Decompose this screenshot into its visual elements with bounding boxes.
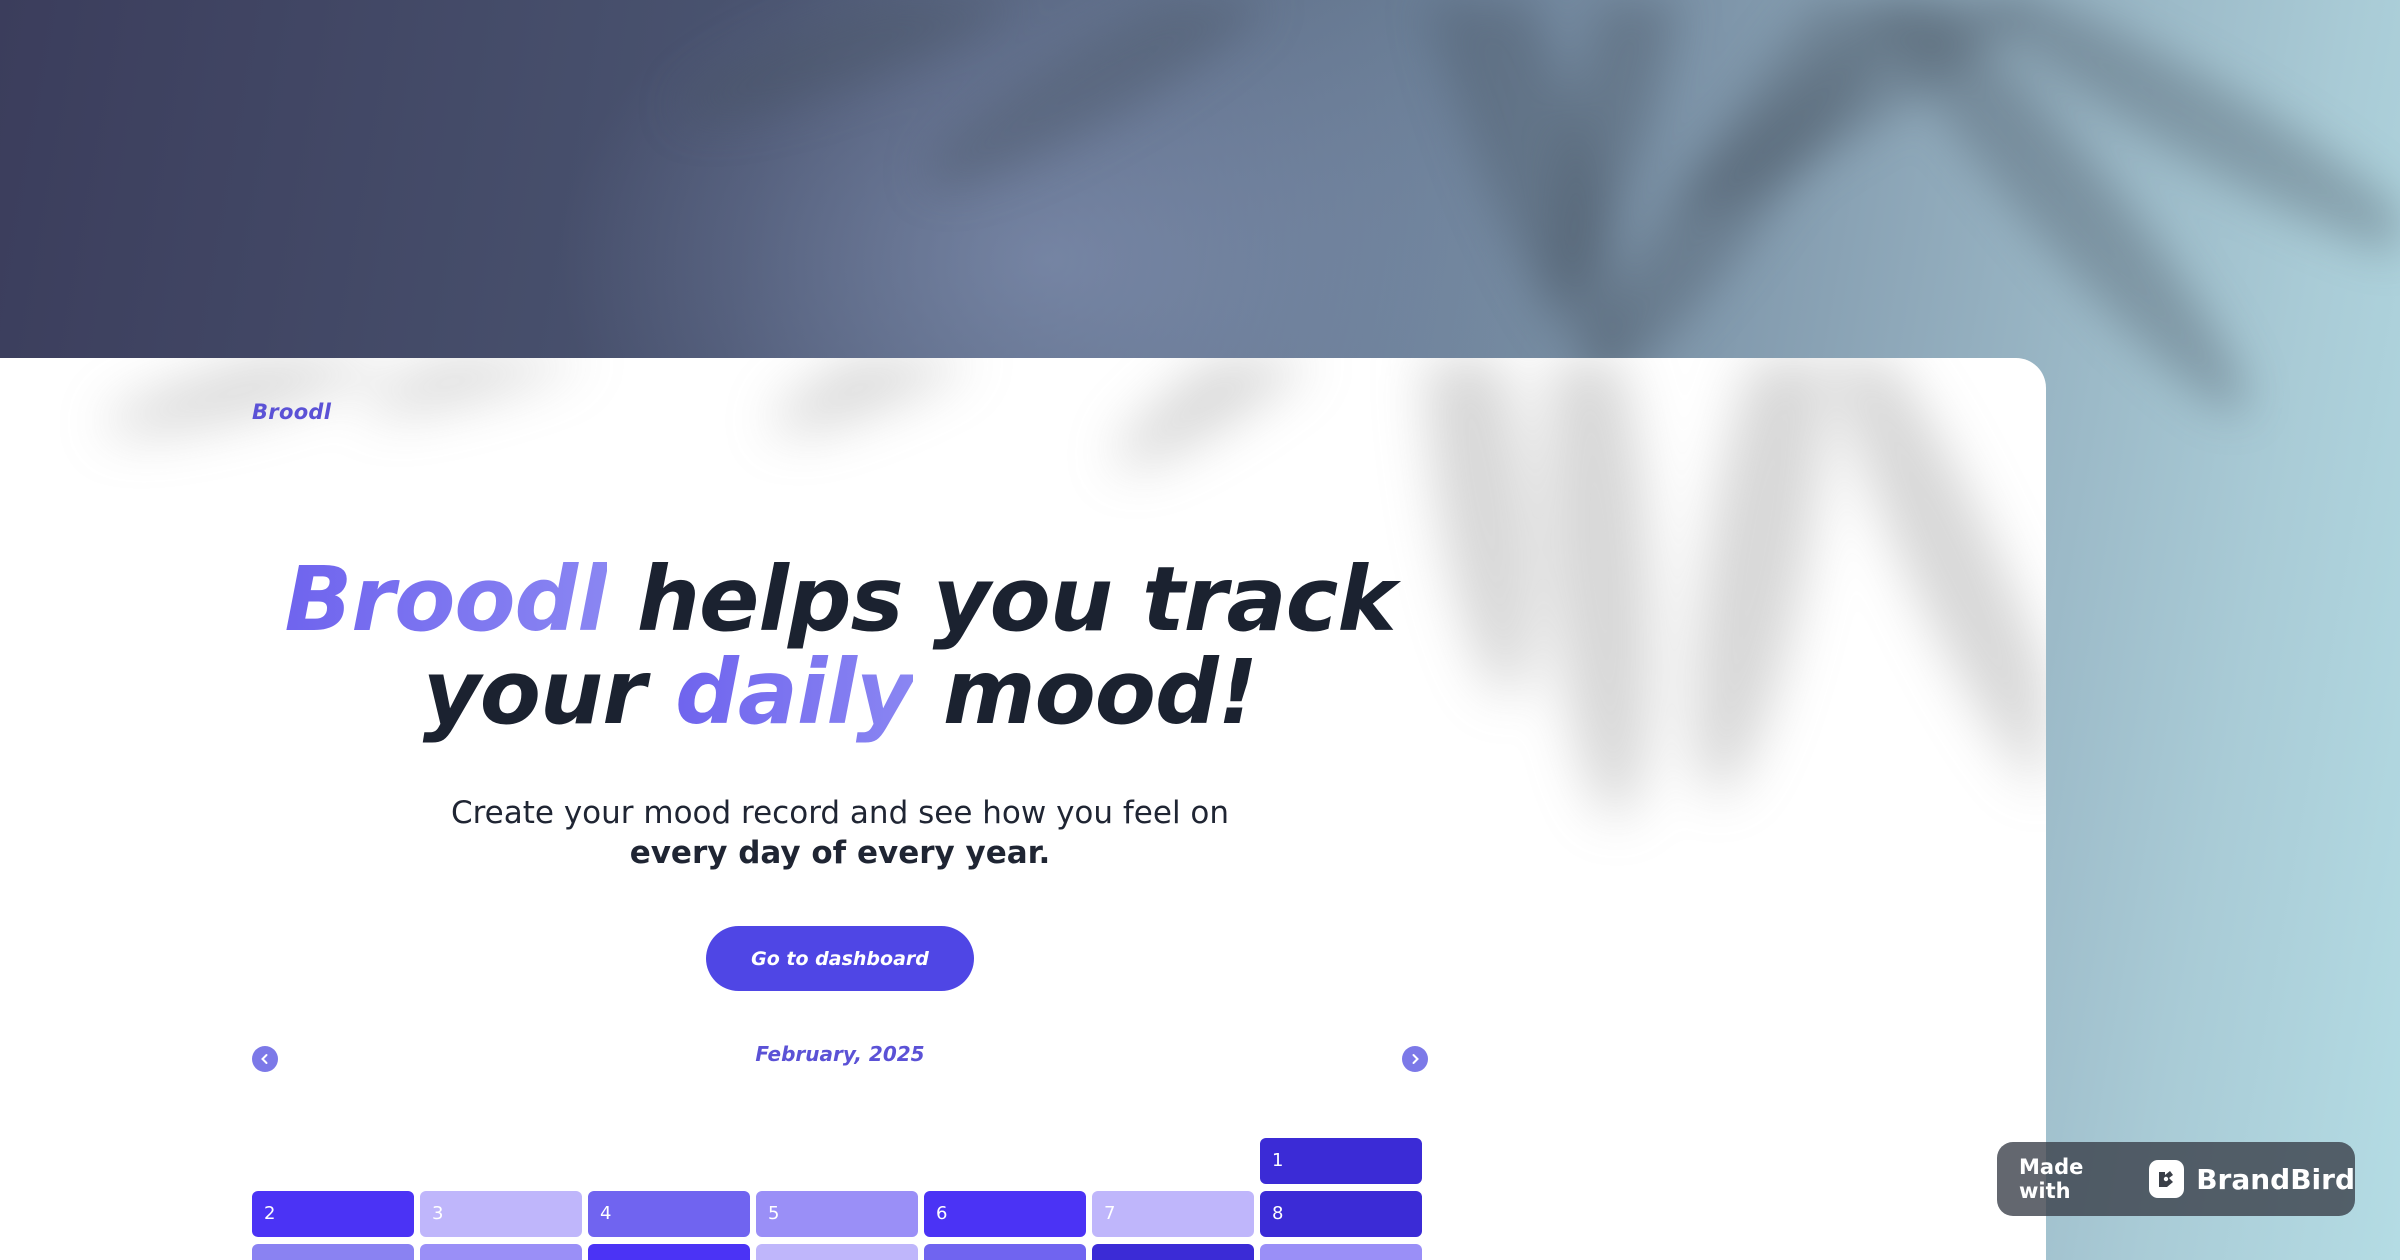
calendar-day[interactable] — [756, 1244, 918, 1260]
calendar-day[interactable] — [1260, 1244, 1422, 1260]
calendar-day[interactable] — [924, 1244, 1086, 1260]
main-card: Broodl Broodl helps you track your daily… — [0, 358, 2046, 1260]
calendar-day[interactable] — [420, 1244, 582, 1260]
calendar-day[interactable]: 5 — [756, 1191, 918, 1237]
calendar-empty-cell — [420, 1138, 582, 1184]
calendar-day[interactable] — [1092, 1244, 1254, 1260]
calendar-day[interactable]: 7 — [1092, 1191, 1254, 1237]
subtitle-line1: Create your mood record and see how you … — [450, 795, 1230, 831]
hero-line2-end: mood! — [912, 640, 1258, 744]
hero-line2-start: your — [422, 640, 676, 744]
calendar-empty-cell — [588, 1138, 750, 1184]
prev-month-button[interactable] — [252, 1046, 278, 1072]
calendar-empty-cell — [924, 1138, 1086, 1184]
calendar-empty-cell — [1092, 1138, 1254, 1184]
brand-logo[interactable]: Broodl — [252, 400, 331, 424]
hero-headline: Broodl helps you track your daily mood! — [220, 553, 1460, 739]
calendar-empty-cell — [756, 1138, 918, 1184]
go-to-dashboard-button[interactable]: Go to dashboard — [706, 926, 974, 991]
calendar-empty-cell — [252, 1138, 414, 1184]
calendar-day[interactable]: 8 — [1260, 1191, 1422, 1237]
calendar-day[interactable]: 3 — [420, 1191, 582, 1237]
chevron-right-icon — [1412, 1054, 1419, 1064]
calendar-day[interactable]: 1 — [1260, 1138, 1422, 1184]
brandbird-name: BrandBird — [2196, 1162, 2355, 1196]
calendar-grid: 1 2345678 — [252, 1138, 1422, 1260]
calendar-day[interactable] — [588, 1244, 750, 1260]
made-with-label: Made with — [2019, 1155, 2084, 1203]
hero-daily-word: daily — [675, 640, 914, 744]
hero-line1-rest: helps you track — [606, 547, 1397, 651]
hero-subtitle: Create your mood record and see how you … — [340, 793, 1340, 873]
calendar-day[interactable]: 6 — [924, 1191, 1086, 1237]
brandbird-logo-icon — [2148, 1160, 2185, 1198]
calendar-month-label: February, 2025 — [755, 1042, 925, 1066]
chevron-left-icon — [261, 1054, 268, 1064]
next-month-button[interactable] — [1402, 1046, 1428, 1072]
made-with-brandbird-badge[interactable]: Made with BrandBird — [1997, 1142, 2355, 1216]
calendar-day[interactable]: 2 — [252, 1191, 414, 1237]
calendar-day[interactable]: 4 — [588, 1191, 750, 1237]
subtitle-line2: every day of every year. — [629, 835, 1051, 871]
calendar-day[interactable] — [252, 1244, 414, 1260]
hero-brand-word: Broodl — [284, 547, 607, 651]
